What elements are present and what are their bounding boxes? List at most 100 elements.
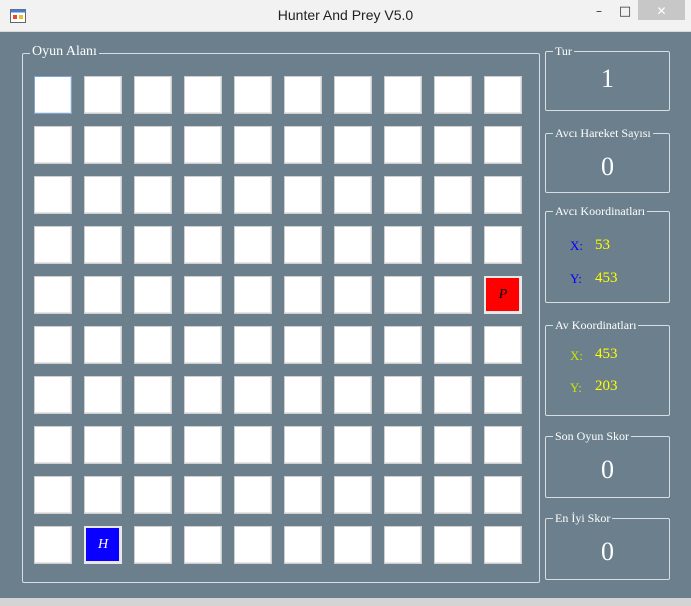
grid-cell[interactable] xyxy=(234,426,272,464)
grid-cell[interactable] xyxy=(434,476,472,514)
grid-cell[interactable] xyxy=(384,326,422,364)
hunter-cell[interactable]: H xyxy=(84,526,122,564)
grid-cell[interactable] xyxy=(84,376,122,414)
grid-cell[interactable] xyxy=(34,326,72,364)
grid-cell[interactable] xyxy=(284,326,322,364)
grid-cell[interactable] xyxy=(84,126,122,164)
grid-cell[interactable] xyxy=(34,276,72,314)
grid-cell[interactable] xyxy=(434,126,472,164)
close-button[interactable]: ✕ xyxy=(638,0,685,20)
grid-cell[interactable] xyxy=(284,276,322,314)
grid-cell[interactable] xyxy=(134,526,172,564)
grid-cell[interactable] xyxy=(184,226,222,264)
grid-cell[interactable] xyxy=(284,526,322,564)
grid-cell[interactable] xyxy=(184,426,222,464)
grid-cell[interactable] xyxy=(134,326,172,364)
grid-cell[interactable] xyxy=(334,476,372,514)
grid-cell[interactable] xyxy=(334,526,372,564)
grid-cell[interactable] xyxy=(334,176,372,214)
grid-cell[interactable] xyxy=(484,426,522,464)
grid-cell[interactable] xyxy=(84,276,122,314)
grid-cell[interactable] xyxy=(34,426,72,464)
grid-cell[interactable] xyxy=(434,176,472,214)
grid-cell[interactable] xyxy=(384,376,422,414)
grid-cell[interactable] xyxy=(384,526,422,564)
grid-cell[interactable] xyxy=(284,176,322,214)
grid-cell[interactable] xyxy=(484,326,522,364)
grid-cell[interactable] xyxy=(334,126,372,164)
maximize-button[interactable]: □ xyxy=(613,0,637,20)
grid-cell[interactable] xyxy=(84,176,122,214)
grid-cell[interactable] xyxy=(334,226,372,264)
grid-cell[interactable] xyxy=(234,226,272,264)
grid-cell[interactable] xyxy=(184,76,222,114)
grid-cell[interactable] xyxy=(134,476,172,514)
grid-cell[interactable] xyxy=(484,476,522,514)
grid-cell[interactable] xyxy=(484,226,522,264)
grid-cell[interactable] xyxy=(184,326,222,364)
grid-cell[interactable] xyxy=(384,226,422,264)
grid-cell[interactable] xyxy=(234,376,272,414)
grid-cell[interactable] xyxy=(134,376,172,414)
grid-cell[interactable] xyxy=(284,476,322,514)
grid-cell[interactable] xyxy=(34,526,72,564)
grid-cell[interactable] xyxy=(134,176,172,214)
grid-cell[interactable] xyxy=(34,76,72,114)
grid-cell[interactable] xyxy=(134,226,172,264)
grid-cell[interactable] xyxy=(34,226,72,264)
grid-cell[interactable] xyxy=(484,176,522,214)
grid-cell[interactable] xyxy=(434,526,472,564)
grid-cell[interactable] xyxy=(234,476,272,514)
grid-cell[interactable] xyxy=(84,476,122,514)
grid-cell[interactable] xyxy=(434,426,472,464)
grid-cell[interactable] xyxy=(234,276,272,314)
grid-cell[interactable] xyxy=(334,376,372,414)
grid-cell[interactable] xyxy=(384,76,422,114)
grid-cell[interactable] xyxy=(34,476,72,514)
grid-cell[interactable] xyxy=(284,426,322,464)
grid-cell[interactable] xyxy=(134,276,172,314)
grid-cell[interactable] xyxy=(134,426,172,464)
grid-cell[interactable] xyxy=(334,76,372,114)
grid-cell[interactable] xyxy=(234,526,272,564)
grid-cell[interactable] xyxy=(384,476,422,514)
grid-cell[interactable] xyxy=(184,526,222,564)
grid-cell[interactable] xyxy=(184,476,222,514)
grid-cell[interactable] xyxy=(234,126,272,164)
grid-cell[interactable] xyxy=(384,276,422,314)
grid-cell[interactable] xyxy=(184,126,222,164)
grid-cell[interactable] xyxy=(84,326,122,364)
grid-cell[interactable] xyxy=(284,76,322,114)
prey-cell[interactable]: P xyxy=(484,276,522,314)
grid-cell[interactable] xyxy=(234,326,272,364)
grid-cell[interactable] xyxy=(184,376,222,414)
grid-cell[interactable] xyxy=(384,176,422,214)
grid-cell[interactable] xyxy=(484,126,522,164)
grid-cell[interactable] xyxy=(384,426,422,464)
grid-cell[interactable] xyxy=(84,426,122,464)
grid-cell[interactable] xyxy=(384,126,422,164)
grid-cell[interactable] xyxy=(334,426,372,464)
grid-cell[interactable] xyxy=(484,376,522,414)
grid-cell[interactable] xyxy=(234,176,272,214)
grid-cell[interactable] xyxy=(34,126,72,164)
grid-cell[interactable] xyxy=(134,126,172,164)
grid-cell[interactable] xyxy=(484,76,522,114)
grid-cell[interactable] xyxy=(484,526,522,564)
grid-cell[interactable] xyxy=(234,76,272,114)
grid-cell[interactable] xyxy=(334,326,372,364)
grid-cell[interactable] xyxy=(434,326,472,364)
grid-cell[interactable] xyxy=(134,76,172,114)
grid-cell[interactable] xyxy=(84,76,122,114)
grid-cell[interactable] xyxy=(34,376,72,414)
grid-cell[interactable] xyxy=(434,226,472,264)
grid-cell[interactable] xyxy=(84,226,122,264)
grid-cell[interactable] xyxy=(34,176,72,214)
grid-cell[interactable] xyxy=(284,226,322,264)
grid-cell[interactable] xyxy=(284,376,322,414)
grid-cell[interactable] xyxy=(334,276,372,314)
minimize-button[interactable]: – xyxy=(588,0,610,20)
grid-cell[interactable] xyxy=(434,276,472,314)
grid-cell[interactable] xyxy=(434,76,472,114)
grid-cell[interactable] xyxy=(434,376,472,414)
